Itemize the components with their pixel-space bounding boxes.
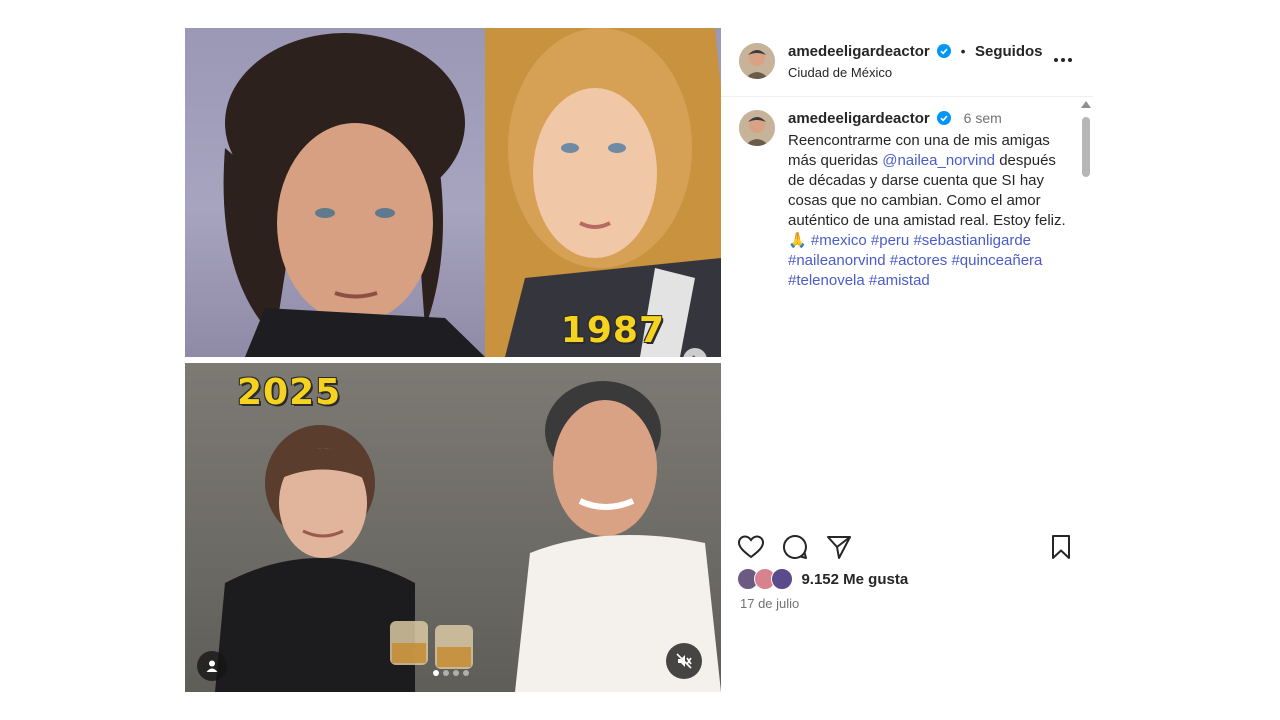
- post-time[interactable]: 6 sem: [964, 110, 1002, 126]
- photo-1987: 1987: [185, 28, 721, 372]
- mention-link[interactable]: @nailea_norvind: [882, 152, 995, 169]
- location-link[interactable]: Ciudad de México: [788, 65, 892, 80]
- comment-button[interactable]: [781, 533, 809, 561]
- photo-1987-illustration: [223, 28, 721, 357]
- tagged-users-button[interactable]: [197, 651, 227, 681]
- following-button[interactable]: Seguidos: [975, 43, 1043, 60]
- separator-dot: •: [960, 43, 966, 59]
- post-media-carousel[interactable]: 1987 2025: [185, 28, 721, 692]
- comment-icon: [783, 534, 807, 559]
- likes-count[interactable]: 9.152 Me gusta: [801, 571, 908, 588]
- caption-header: amedeeligardeactor 6 sem: [788, 110, 1002, 128]
- likes-summary[interactable]: 9.152 Me gusta: [737, 568, 908, 592]
- hashtag-link[interactable]: #mexico: [811, 232, 867, 249]
- post-date[interactable]: 17 de julio: [740, 596, 799, 611]
- carousel-dot: [453, 670, 459, 676]
- username-link[interactable]: amedeeligardeactor: [788, 43, 930, 60]
- more-horizontal-icon: [1054, 58, 1072, 62]
- action-bar: [721, 533, 1093, 563]
- hashtag-link[interactable]: #peru: [871, 232, 909, 249]
- year-label-1987: 1987: [560, 310, 665, 351]
- avatar[interactable]: [739, 110, 775, 146]
- avatar: [771, 568, 793, 590]
- carousel-indicator: [433, 670, 469, 676]
- hashtag-link[interactable]: #telenovela: [788, 272, 865, 289]
- avatar[interactable]: [739, 43, 775, 79]
- carousel-dot: [443, 670, 449, 676]
- user-icon: [206, 660, 218, 672]
- post-side-panel: amedeeligardeactor • Seguidos Ciudad de …: [721, 28, 1093, 692]
- send-icon: [827, 536, 851, 559]
- hashtag-link[interactable]: #amistad: [869, 272, 930, 289]
- scroll-up-arrow-icon[interactable]: [1081, 101, 1091, 108]
- share-button[interactable]: [825, 533, 853, 561]
- verified-badge-icon: [937, 44, 952, 58]
- year-label-2025: 2025: [237, 372, 342, 413]
- carousel-dot: [433, 670, 439, 676]
- hashtag-link[interactable]: #naileanorvind: [788, 252, 886, 269]
- hashtag-link[interactable]: #quinceañera: [951, 252, 1042, 269]
- mute-button[interactable]: [666, 643, 702, 679]
- more-options-button[interactable]: [1051, 50, 1075, 70]
- liker-avatars: [737, 568, 795, 590]
- caption-scrollbar[interactable]: [1079, 97, 1093, 315]
- hashtag-link[interactable]: #sebastianligarde: [913, 232, 1031, 249]
- hashtag-link[interactable]: #actores: [890, 252, 948, 269]
- verified-badge-icon: [937, 111, 952, 125]
- save-button[interactable]: [1047, 533, 1075, 561]
- username-link[interactable]: amedeeligardeactor: [788, 110, 930, 127]
- post-header: amedeeligardeactor • Seguidos Ciudad de …: [721, 28, 1093, 97]
- photo-2025: 2025: [185, 363, 721, 692]
- carousel-dot: [463, 670, 469, 676]
- caption-area[interactable]: amedeeligardeactor 6 sem Reencontrarme c…: [721, 97, 1093, 315]
- bookmark-icon: [1052, 535, 1070, 559]
- like-button[interactable]: [737, 533, 765, 561]
- header-identity: amedeeligardeactor • Seguidos: [788, 43, 1043, 61]
- caption-text: Reencontrarme con una de mis amigas más …: [788, 131, 1070, 291]
- scroll-thumb[interactable]: [1082, 117, 1090, 177]
- instagram-post: 1987 2025 amedeeligardeactor • Seguidos …: [185, 28, 1093, 692]
- speaker-muted-icon: [676, 653, 692, 669]
- heart-icon: [737, 535, 765, 559]
